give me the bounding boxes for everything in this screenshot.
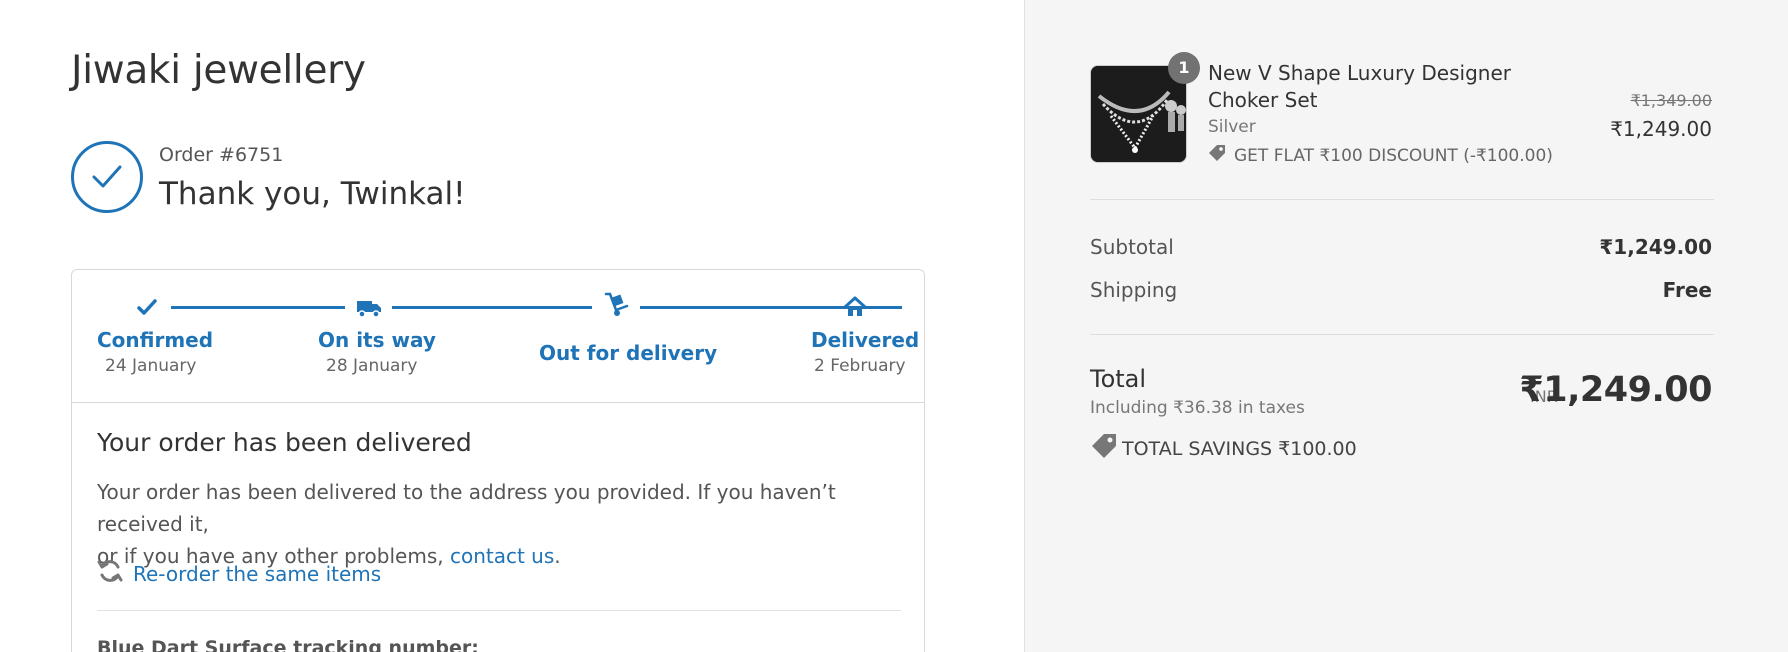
step-delivered-label: Delivered [811, 328, 920, 352]
shipping-value: Free [1662, 278, 1712, 302]
divider [1090, 334, 1714, 335]
reorder-label: Re-order the same items [133, 561, 382, 586]
savings-tag-icon [1090, 432, 1118, 465]
subtotal-label: Subtotal [1090, 235, 1174, 259]
order-summary-sidebar: 1 New V Shape Luxury Designer Choker Set… [1024, 0, 1788, 652]
order-confirmed-check-icon [71, 141, 143, 213]
step-on-its-way-date: 28 January [326, 356, 418, 376]
quantity-badge: 1 [1168, 52, 1200, 84]
shipping-label: Shipping [1090, 278, 1178, 302]
contact-us-link[interactable]: contact us [450, 544, 554, 568]
item-price: ₹1,249.00 [1610, 117, 1712, 141]
order-status-card: Confirmed 24 January On its way 28 Janua… [71, 269, 925, 652]
savings-label: TOTAL SAVINGS ₹100.00 [1122, 437, 1357, 460]
total-savings: TOTAL SAVINGS ₹100.00 [1090, 432, 1357, 465]
divider [1090, 199, 1714, 200]
step-on-its-way-label: On its way [318, 328, 436, 352]
main-panel: Jiwaki jewellery Order #6751 Thank you, … [0, 0, 1024, 652]
step-delivered-date: 2 February [814, 356, 906, 376]
delivery-message-line1: Your order has been delivered to the add… [97, 480, 836, 536]
total-label: Total [1090, 365, 1147, 393]
timeline-connector [392, 306, 592, 309]
product-name: New V Shape Luxury Designer Choker Set [1208, 61, 1511, 112]
truck-icon [355, 294, 381, 320]
delivery-message-period: . [554, 544, 561, 568]
divider [97, 610, 901, 611]
step-confirmed-date: 24 January [105, 356, 197, 376]
total-amount: ₹1,249.00 [1519, 370, 1712, 410]
tag-icon [1208, 144, 1226, 167]
refresh-icon [97, 558, 123, 589]
thank-you-heading: Thank you, Twinkal! [159, 176, 466, 212]
product-variant: Silver [1208, 117, 1256, 137]
product-discount: GET FLAT ₹100 DISCOUNT (-₹100.00) [1208, 144, 1553, 167]
step-confirmed-label: Confirmed [97, 328, 214, 352]
delivery-timeline: Confirmed 24 January On its way 28 Janua… [72, 270, 924, 403]
delivery-status-title: Your order has been delivered [97, 428, 472, 457]
tax-note: Including ₹36.38 in taxes [1090, 398, 1305, 418]
home-icon [842, 294, 868, 320]
order-number: Order #6751 [159, 144, 284, 166]
shop-name[interactable]: Jiwaki jewellery [71, 48, 366, 93]
discount-label: GET FLAT ₹100 DISCOUNT (-₹100.00) [1234, 145, 1553, 166]
tracking-number-label: Blue Dart Surface tracking number: [97, 637, 479, 652]
hand-truck-icon [602, 290, 629, 316]
subtotal-value: ₹1,249.00 [1599, 235, 1712, 259]
reorder-button[interactable]: Re-order the same items [97, 558, 381, 589]
timeline-connector [171, 306, 345, 309]
check-icon [134, 294, 160, 320]
step-out-for-delivery-label: Out for delivery [539, 341, 718, 365]
original-price: ₹1,349.00 [1630, 91, 1712, 110]
